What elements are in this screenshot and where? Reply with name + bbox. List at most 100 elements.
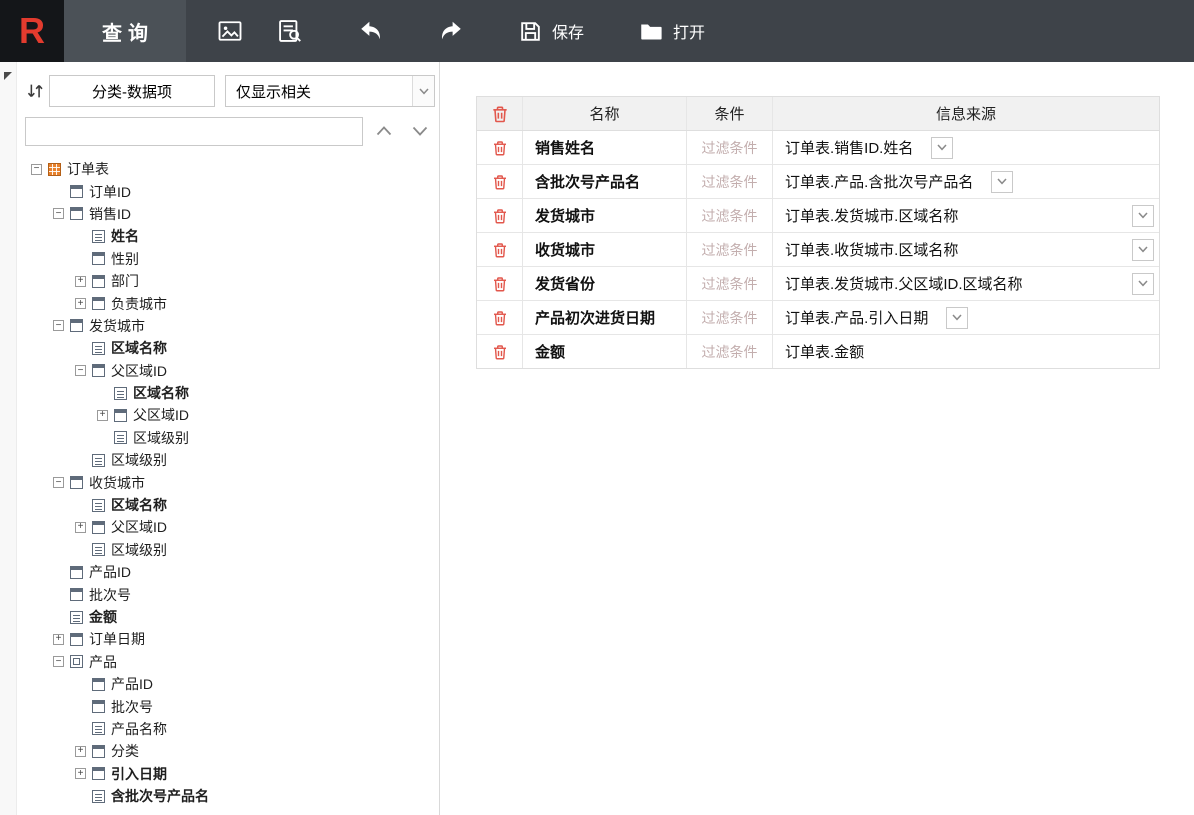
filter-condition-link[interactable]: 过滤条件 — [702, 172, 758, 192]
collapse-arrow-icon — [4, 72, 12, 80]
tree-item[interactable]: 性别 — [25, 248, 439, 270]
filter-condition-link[interactable]: 过滤条件 — [702, 342, 758, 362]
search-next-button[interactable] — [404, 116, 435, 146]
source-dropdown[interactable] — [946, 306, 969, 329]
tree-item-label: 订单ID — [89, 183, 131, 200]
tree-item[interactable]: + 订单日期 — [25, 628, 439, 650]
tree-expander-icon[interactable]: − — [53, 477, 64, 489]
tree-item[interactable]: 金额 — [25, 606, 439, 628]
tree-item[interactable]: + 父区域ID — [25, 516, 439, 538]
tree-expander-icon[interactable]: + — [53, 633, 64, 645]
tree-expander-icon[interactable]: + — [75, 521, 86, 533]
tree-expander-icon[interactable]: − — [53, 320, 64, 332]
preview-button[interactable] — [264, 0, 316, 62]
field-icon — [92, 341, 105, 355]
filter-condition-link[interactable]: 过滤条件 — [702, 240, 758, 260]
tree-item[interactable]: + 引入日期 — [25, 763, 439, 785]
search-input[interactable] — [25, 116, 363, 146]
tree-item[interactable]: 产品ID — [25, 561, 439, 583]
sidebar-content: 分类-数据项 仅显示相关 − 订单表 订单ID − 销售ID 姓名 性别 + 部… — [17, 62, 439, 815]
tree-item[interactable]: 批次号 — [25, 695, 439, 717]
chart-view-button[interactable] — [204, 0, 256, 62]
tree-item[interactable]: + 父区域ID — [25, 404, 439, 426]
tree-item[interactable]: + 负责城市 — [25, 292, 439, 314]
tree-item[interactable]: 区域级别 — [25, 539, 439, 561]
field-icon — [70, 655, 83, 669]
row-source: 订单表.产品.含批次号产品名 — [785, 174, 974, 191]
tree-item[interactable]: 区域名称 — [25, 382, 439, 404]
tab-query[interactable]: 查询 — [64, 0, 186, 62]
redo-button[interactable] — [426, 0, 476, 62]
row-source: 订单表.发货城市.区域名称 — [785, 208, 959, 225]
header-trash-icon[interactable] — [490, 104, 510, 124]
delete-row-button[interactable] — [491, 139, 509, 157]
tree-item[interactable]: 区域名称 — [25, 494, 439, 516]
app-logo[interactable]: R — [0, 0, 64, 62]
save-label: 保存 — [552, 25, 585, 42]
save-button[interactable]: 保存 — [506, 0, 596, 62]
tree-expander-icon[interactable]: + — [75, 768, 86, 780]
tree-item[interactable]: 区域名称 — [25, 337, 439, 359]
tree-item-label: 性别 — [111, 250, 139, 267]
tree-item[interactable]: − 发货城市 — [25, 315, 439, 337]
undo-icon — [361, 21, 380, 40]
tree-expander-icon[interactable]: − — [53, 656, 64, 668]
tree-item[interactable]: 姓名 — [25, 225, 439, 247]
filter-condition-link[interactable]: 过滤条件 — [702, 206, 758, 226]
delete-row-button[interactable] — [491, 275, 509, 293]
tree-item[interactable]: 含批次号产品名 — [25, 785, 439, 807]
field-icon — [70, 610, 83, 624]
tree-item[interactable]: 区域级别 — [25, 449, 439, 471]
source-dropdown[interactable] — [1132, 272, 1154, 295]
delete-row-button[interactable] — [491, 309, 509, 327]
field-icon — [92, 520, 105, 534]
tree-item[interactable]: − 收货城市 — [25, 471, 439, 493]
table-header-row: 名称 条件 信息来源 — [477, 97, 1159, 131]
tree-expander-icon[interactable]: + — [75, 745, 86, 757]
tree-expander-icon[interactable]: − — [75, 365, 86, 377]
sidebar: 分类-数据项 仅显示相关 − 订单表 订单ID − 销售ID 姓名 性别 + 部… — [0, 62, 440, 815]
delete-row-button[interactable] — [491, 207, 509, 225]
filter-condition-link[interactable]: 过滤条件 — [702, 308, 758, 328]
category-dataitem-button[interactable]: 分类-数据项 — [49, 75, 215, 107]
tree-item[interactable]: + 部门 — [25, 270, 439, 292]
tree-item[interactable]: 区域级别 — [25, 427, 439, 449]
sidebar-toolbar: 分类-数据项 仅显示相关 — [21, 75, 435, 107]
tree-expander-icon[interactable]: − — [53, 208, 64, 220]
tree-item[interactable]: 产品名称 — [25, 718, 439, 740]
tree-item[interactable]: 订单ID — [25, 180, 439, 202]
search-prev-button[interactable] — [368, 116, 399, 146]
tree-item[interactable]: 批次号 — [25, 583, 439, 605]
redo-icon — [442, 21, 461, 40]
tree-item[interactable]: − 订单表 — [25, 158, 439, 180]
source-dropdown[interactable] — [1132, 238, 1154, 261]
open-button[interactable]: 打开 — [626, 0, 717, 62]
field-icon — [92, 677, 105, 691]
main-panel: 名称 条件 信息来源 销售姓名 过滤条件 订单表.销售ID.姓名 含批次号产品名… — [440, 62, 1194, 815]
delete-row-button[interactable] — [491, 241, 509, 259]
tree-item[interactable]: + 分类 — [25, 740, 439, 762]
tree-expander-icon[interactable]: − — [31, 163, 42, 175]
tree-expander-icon[interactable]: + — [75, 298, 86, 310]
tree-item-label: 区域级别 — [133, 429, 189, 446]
filter-condition-link[interactable]: 过滤条件 — [702, 138, 758, 158]
source-dropdown[interactable] — [931, 136, 954, 159]
source-dropdown[interactable] — [991, 170, 1014, 193]
tree-item[interactable]: − 产品 — [25, 651, 439, 673]
tree-item-label: 产品ID — [89, 564, 131, 581]
tree-item[interactable]: − 父区域ID — [25, 360, 439, 382]
delete-row-button[interactable] — [491, 343, 509, 361]
sort-icon[interactable] — [21, 81, 49, 101]
relevance-select[interactable]: 仅显示相关 — [225, 75, 435, 107]
undo-button[interactable] — [346, 0, 396, 62]
tree-expander-icon[interactable]: + — [75, 275, 86, 287]
tree-expander-icon[interactable]: + — [97, 409, 108, 421]
panel-collapse-strip[interactable] — [0, 62, 17, 815]
filter-condition-link[interactable]: 过滤条件 — [702, 274, 758, 294]
tree-item[interactable]: − 销售ID — [25, 203, 439, 225]
tree-item[interactable]: 产品ID — [25, 673, 439, 695]
delete-row-button[interactable] — [491, 173, 509, 191]
chevron-down-icon — [952, 314, 962, 321]
source-dropdown[interactable] — [1132, 204, 1154, 227]
field-icon — [70, 319, 83, 333]
